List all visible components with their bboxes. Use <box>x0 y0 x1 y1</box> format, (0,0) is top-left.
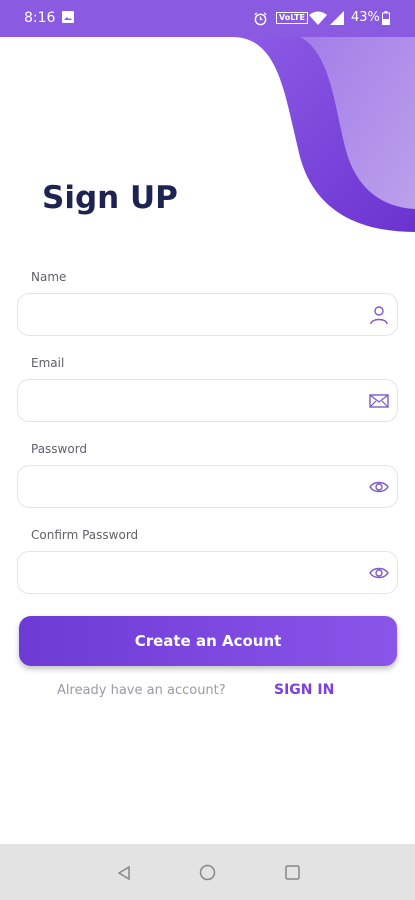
name-field[interactable] <box>17 293 398 336</box>
alarm-icon <box>254 12 267 26</box>
back-icon[interactable] <box>116 865 132 881</box>
image-notification-icon <box>62 11 74 23</box>
mail-icon <box>369 394 389 408</box>
battery-icon <box>382 11 390 25</box>
already-have-account-text: Already have an account? <box>57 683 226 698</box>
signal-icon <box>330 11 344 25</box>
page-title: Sign UP <box>42 180 178 216</box>
password-label: Password <box>31 442 88 456</box>
eye-icon[interactable] <box>369 477 389 497</box>
system-nav-bar <box>0 844 415 900</box>
user-icon <box>370 306 388 325</box>
battery-percentage: 43% <box>351 10 380 25</box>
volte-indicator: VoLTE <box>276 12 308 24</box>
status-time: 8:16 <box>24 10 56 26</box>
confirm-password-field[interactable] <box>17 551 398 594</box>
eye-icon[interactable] <box>369 563 389 583</box>
status-bar: 8:16 VoLTE 43% <box>0 0 415 37</box>
recents-icon[interactable] <box>285 865 300 880</box>
confirm-password-label: Confirm Password <box>31 528 139 542</box>
name-label: Name <box>31 270 67 284</box>
create-account-button[interactable]: Create an Acount <box>19 616 397 666</box>
email-label: Email <box>31 356 65 370</box>
password-field[interactable] <box>17 465 398 508</box>
email-field[interactable] <box>17 379 398 422</box>
home-icon[interactable] <box>199 864 216 881</box>
wifi-icon <box>309 11 327 25</box>
sign-in-link[interactable]: SIGN IN <box>274 682 334 698</box>
